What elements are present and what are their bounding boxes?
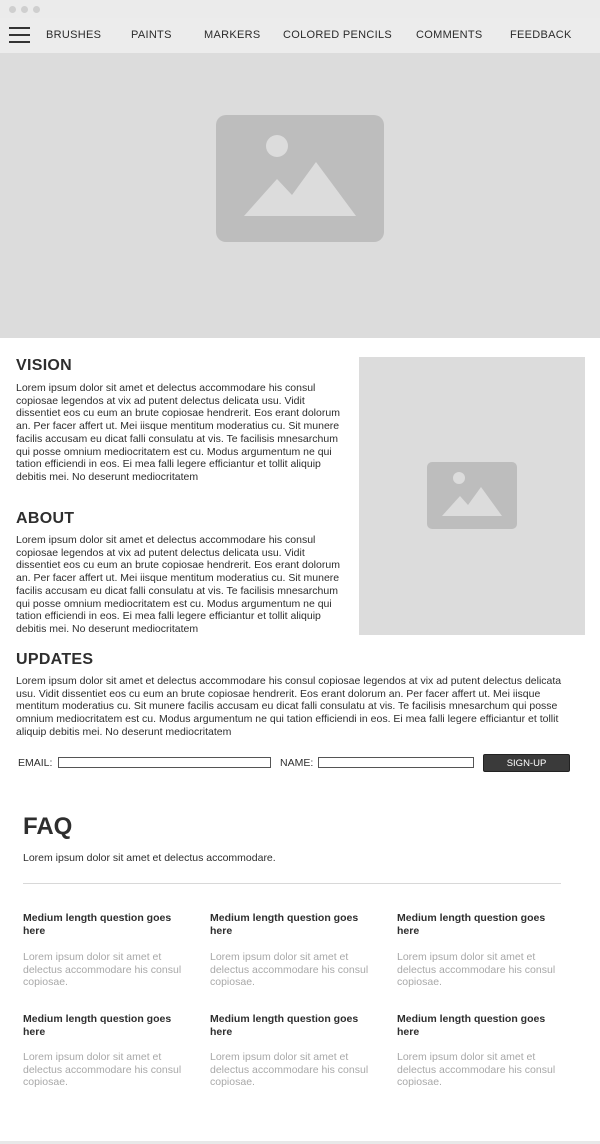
faq-answer: Lorem ipsum dolor sit amet et delectus a… [397,1051,556,1089]
image-placeholder-icon [427,462,517,529]
window-minimize-dot[interactable] [21,6,28,13]
nav-item-feedback[interactable]: FEEDBACK [510,29,572,41]
nav-item-markers[interactable]: MARKERS [204,29,261,41]
nav-item-brushes[interactable]: BRUSHES [46,29,101,41]
name-label: NAME: [280,757,314,769]
faq-question: Medium length question goes here [210,912,359,937]
email-input[interactable] [58,757,271,768]
updates-heading: UPDATES [16,651,94,668]
faq-subtitle: Lorem ipsum dolor sit amet et delectus a… [23,852,276,864]
vision-heading: VISION [16,357,73,374]
hero-image-placeholder [0,53,600,338]
faq-question: Medium length question goes here [397,912,546,937]
about-heading: ABOUT [16,510,75,527]
nav-item-paints[interactable]: PAINTS [131,29,172,41]
nav-item-comments[interactable]: COMMENTS [416,29,483,41]
name-input[interactable] [318,757,474,768]
faq-question: Medium length question goes here [397,1013,546,1038]
vision-text: Lorem ipsum dolor sit amet et delectus a… [16,382,340,483]
window-maximize-dot[interactable] [33,6,40,13]
about-text: Lorem ipsum dolor sit amet et delectus a… [16,534,340,635]
updates-text: Lorem ipsum dolor sit amet et delectus a… [16,675,562,738]
faq-answer: Lorem ipsum dolor sit amet et delectus a… [23,1051,182,1089]
faq-divider [23,883,561,884]
top-nav: BRUSHES PAINTS MARKERS COLORED PENCILS C… [0,18,600,53]
image-placeholder-icon [216,115,384,242]
faq-question: Medium length question goes here [23,912,172,937]
faq-answer: Lorem ipsum dolor sit amet et delectus a… [23,951,182,989]
email-label: EMAIL: [18,757,53,769]
faq-answer: Lorem ipsum dolor sit amet et delectus a… [397,951,556,989]
side-image-placeholder [359,357,585,635]
faq-question: Medium length question goes here [210,1013,359,1038]
faq-heading: FAQ [23,813,73,840]
faq-answer: Lorem ipsum dolor sit amet et delectus a… [210,1051,369,1089]
faq-answer: Lorem ipsum dolor sit amet et delectus a… [210,951,369,989]
nav-item-colored-pencils[interactable]: COLORED PENCILS [283,29,392,41]
window-titlebar [0,0,600,18]
sign-up-button[interactable]: SIGN-UP [483,754,570,772]
faq-question: Medium length question goes here [23,1013,172,1038]
window-close-dot[interactable] [9,6,16,13]
hamburger-menu-icon[interactable] [9,27,30,43]
